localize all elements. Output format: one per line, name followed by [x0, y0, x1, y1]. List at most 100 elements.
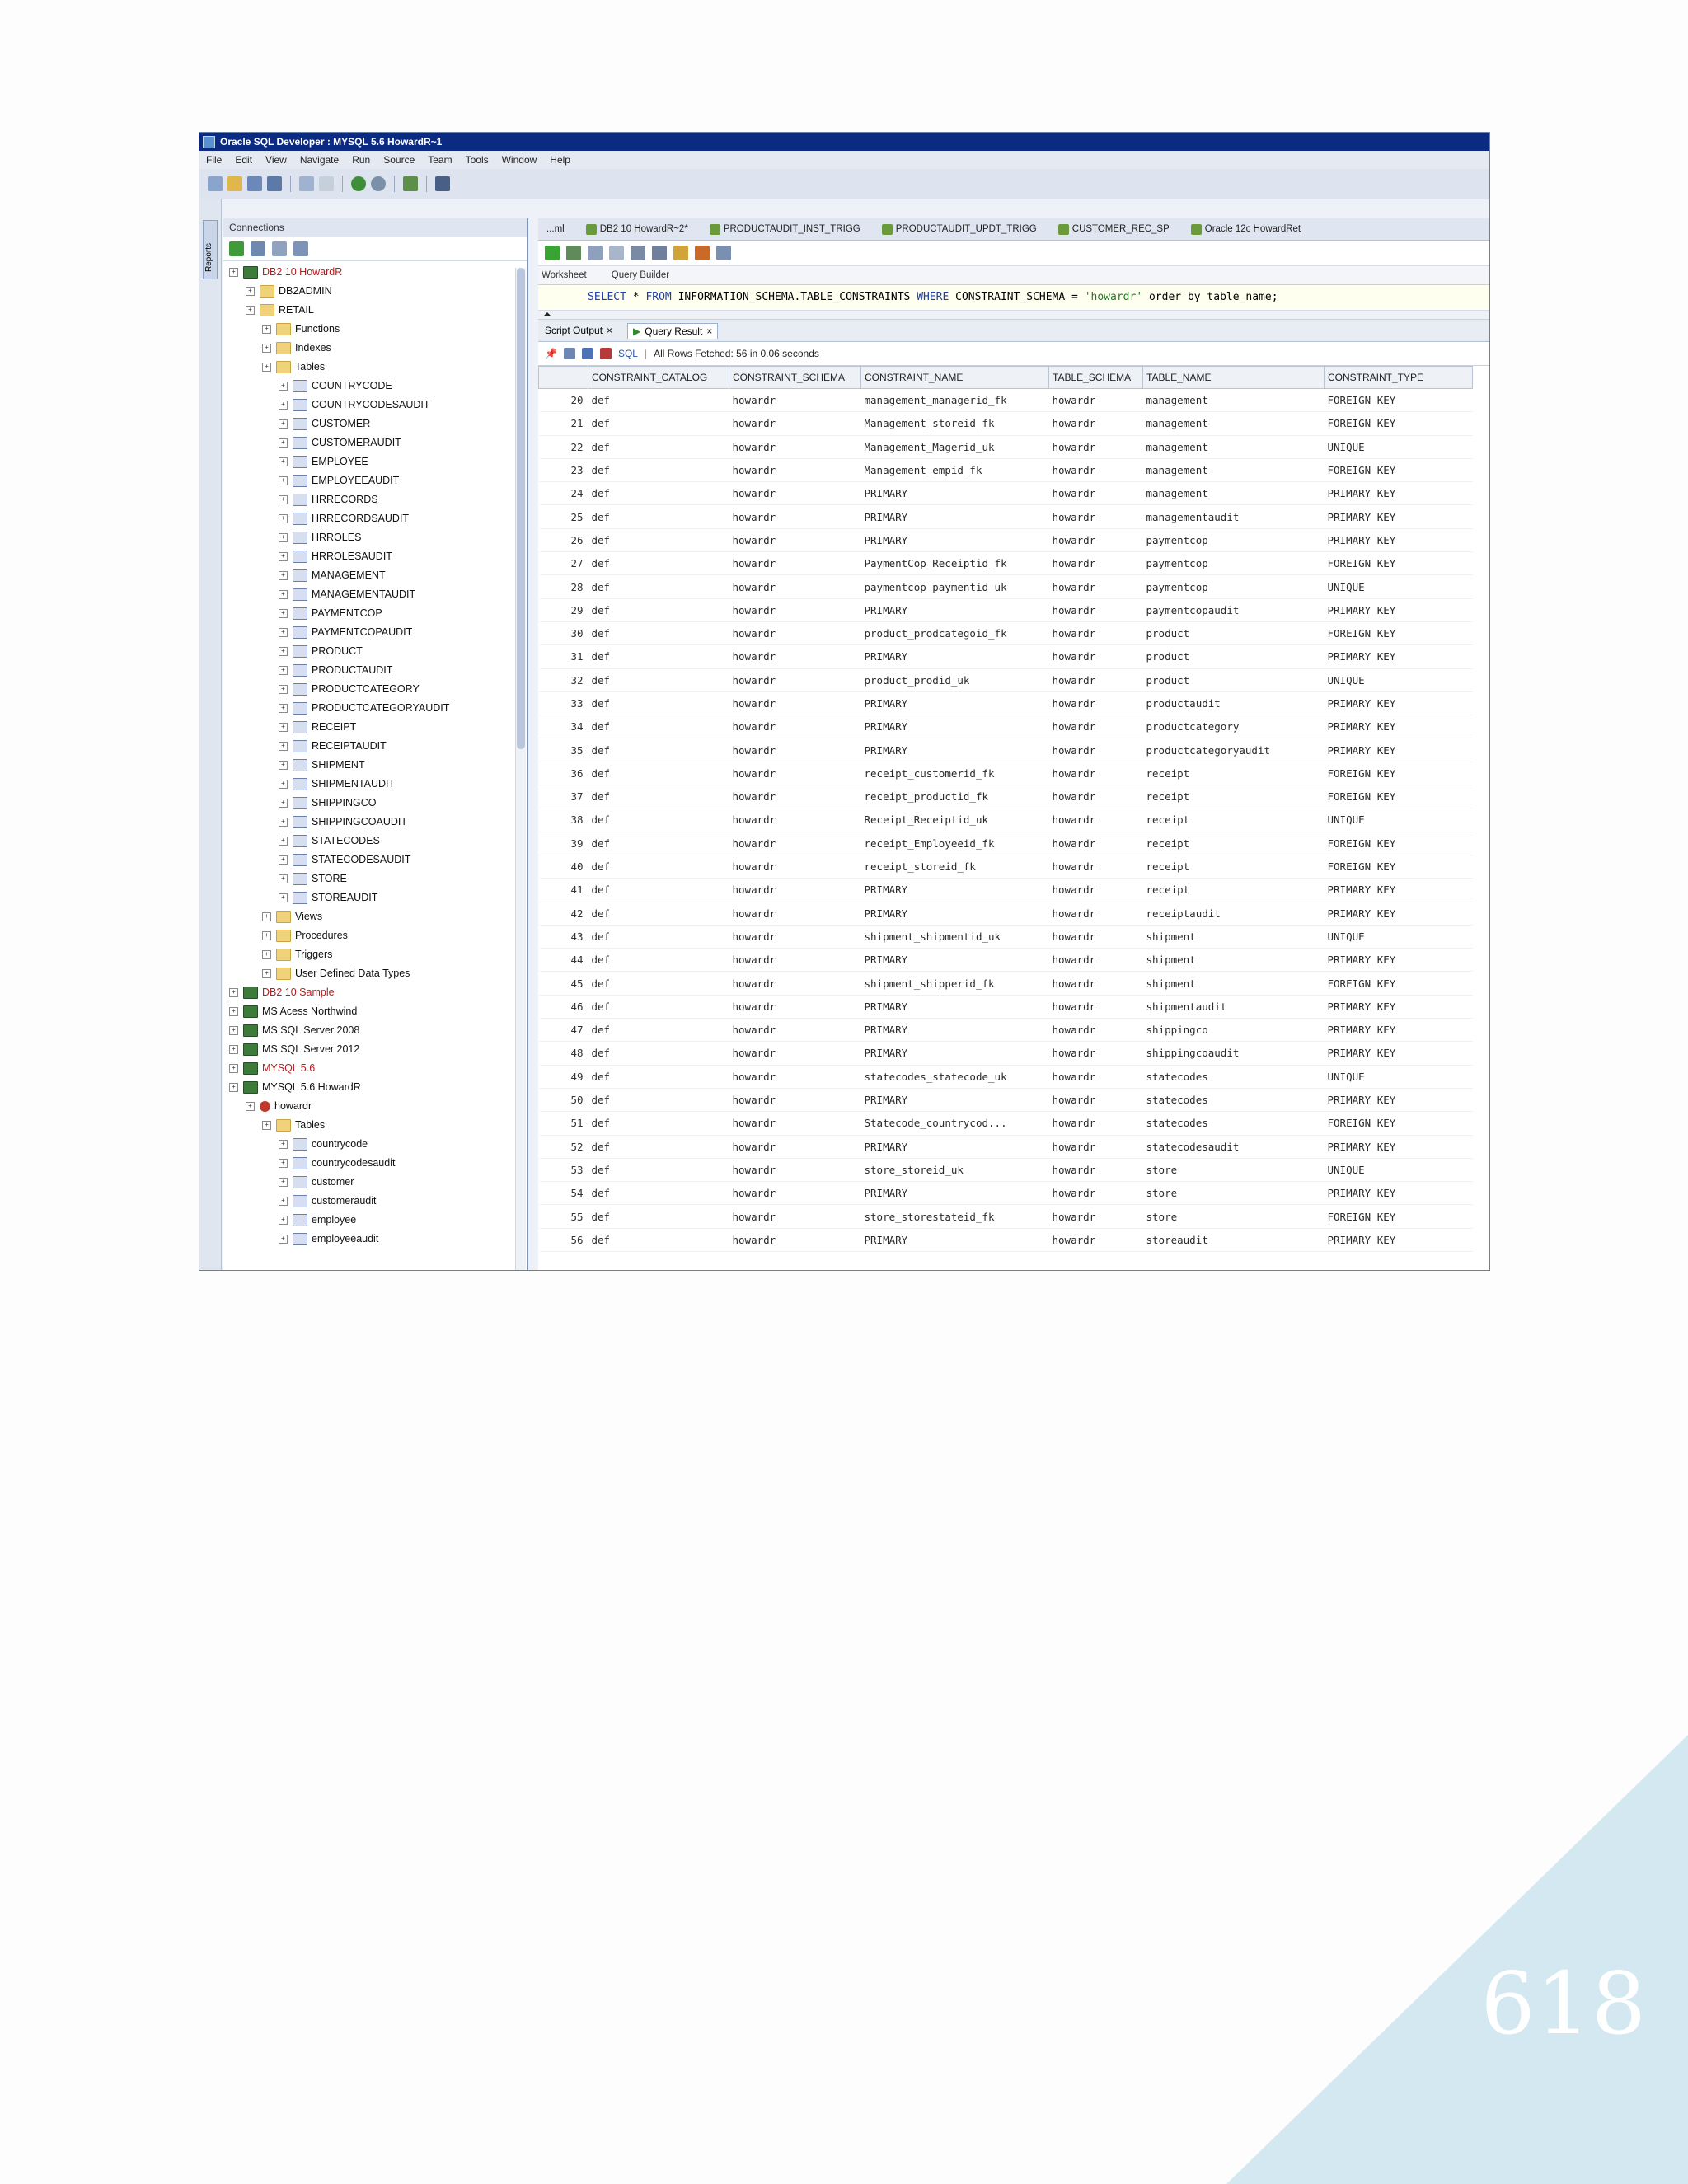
expand-icon[interactable]: + — [279, 533, 288, 542]
tree-node[interactable]: + MANAGEMENTAUDIT — [223, 585, 528, 604]
expand-icon[interactable]: + — [279, 893, 288, 902]
tree-node[interactable]: + PRODUCTCATEGORY — [223, 680, 528, 699]
expand-icon[interactable]: + — [262, 363, 271, 372]
tree-node[interactable]: + MS SQL Server 2008 — [223, 1021, 528, 1040]
tree-node[interactable]: + RETAIL — [223, 301, 528, 320]
table-row[interactable]: 47 def howardr PRIMARY howardr shippingco PRIM… — [538, 1018, 1473, 1043]
tree-node[interactable]: + PAYMENTCOPAUDIT — [223, 623, 528, 642]
expand-icon[interactable]: + — [279, 1197, 288, 1206]
run-statement-icon[interactable] — [545, 246, 560, 260]
tree-node[interactable]: + STATECODES — [223, 832, 528, 851]
tree-node[interactable]: + COUNTRYCODE — [223, 377, 528, 396]
expand-icon[interactable]: + — [246, 306, 255, 315]
expand-icon[interactable]: + — [279, 874, 288, 883]
expand-icon[interactable]: + — [246, 1102, 255, 1111]
panel-splitter[interactable] — [538, 311, 1489, 320]
expand-icon[interactable]: + — [279, 799, 288, 808]
table-row[interactable]: 25 def howardr PRIMARY howardr managementaudi… — [538, 504, 1473, 529]
tree-node[interactable]: + employee — [223, 1211, 528, 1230]
tab-worksheet[interactable]: Worksheet — [542, 270, 587, 280]
tree-node[interactable]: + HRRECORDS — [223, 490, 528, 509]
tree-node[interactable]: + DB2ADMIN — [223, 282, 528, 301]
expand-icon[interactable]: + — [279, 628, 288, 637]
back-icon[interactable] — [351, 176, 366, 191]
tree-node[interactable]: + Tables — [223, 358, 528, 377]
table-row[interactable]: 43 def howardr shipment_shipmentid_uk howard… — [538, 925, 1473, 949]
expand-icon[interactable]: + — [279, 514, 288, 523]
table-row[interactable]: 49 def howardr statecodes_statecode_uk howar… — [538, 1065, 1473, 1089]
tree-node[interactable]: + countrycodesaudit — [223, 1154, 528, 1173]
expand-icon[interactable]: + — [279, 666, 288, 675]
editor-tab[interactable]: PRODUCTAUDIT_INST_TRIGG — [709, 223, 860, 235]
tree-node[interactable]: + Tables — [223, 1116, 528, 1135]
tree-node[interactable]: + EMPLOYEEAUDIT — [223, 471, 528, 490]
tree-node[interactable]: + PRODUCT — [223, 642, 528, 661]
tree-scrollbar-thumb[interactable] — [517, 268, 525, 749]
schema-browser-icon[interactable] — [293, 241, 308, 256]
tree-node[interactable]: + STORE — [223, 869, 528, 888]
expand-icon[interactable]: + — [229, 1007, 238, 1016]
table-row[interactable]: 35 def howardr PRIMARY howardr productcategor… — [538, 738, 1473, 762]
tree-node[interactable]: + PRODUCTAUDIT — [223, 661, 528, 680]
expand-icon[interactable]: + — [262, 344, 271, 353]
expand-icon[interactable]: + — [279, 685, 288, 694]
tree-node[interactable]: + PRODUCTCATEGORYAUDIT — [223, 699, 528, 718]
sql-worksheet-icon[interactable] — [403, 176, 418, 191]
table-row[interactable]: 53 def howardr store_storeid_uk howardr store… — [538, 1158, 1473, 1183]
editor-tab[interactable]: Oracle 12c HowardRet — [1190, 223, 1301, 235]
tree-node[interactable]: + Procedures — [223, 926, 528, 945]
history-icon[interactable] — [716, 246, 731, 260]
table-row[interactable]: 34 def howardr PRIMARY howardr productcategor… — [538, 715, 1473, 739]
expand-icon[interactable]: + — [246, 287, 255, 296]
editor-tab[interactable]: CUSTOMER_REC_SP — [1057, 223, 1170, 235]
column-header-constraint-catalog[interactable]: CONSTRAINT_CATALOG — [588, 366, 729, 389]
tree-node[interactable]: + Triggers — [223, 945, 528, 964]
tree-node[interactable]: + customeraudit — [223, 1192, 528, 1211]
menu-item-run[interactable]: Run — [352, 154, 370, 166]
autotrace-icon[interactable] — [652, 246, 667, 260]
tree-node[interactable]: + MS Acess Northwind — [223, 1002, 528, 1021]
expand-icon[interactable]: + — [279, 1140, 288, 1149]
expand-icon[interactable]: + — [279, 1235, 288, 1244]
new-icon[interactable] — [208, 176, 223, 191]
expand-icon[interactable]: + — [279, 1178, 288, 1187]
format-icon[interactable] — [695, 246, 710, 260]
tree-node[interactable]: + STATECODESAUDIT — [223, 851, 528, 869]
expand-icon[interactable]: + — [229, 1064, 238, 1073]
print-icon[interactable] — [563, 348, 575, 359]
tree-node[interactable]: + employeeaudit — [223, 1230, 528, 1249]
close-icon[interactable]: × — [706, 326, 712, 337]
save-all-icon[interactable] — [267, 176, 282, 191]
sql-link[interactable]: SQL — [618, 348, 638, 359]
expand-icon[interactable]: + — [262, 325, 271, 334]
expand-icon[interactable]: + — [279, 476, 288, 485]
table-row[interactable]: 46 def howardr PRIMARY howardr shipmentaudit P… — [538, 995, 1473, 1019]
expand-icon[interactable]: + — [262, 912, 271, 921]
expand-icon[interactable]: + — [229, 1045, 238, 1054]
commit-icon[interactable] — [588, 246, 603, 260]
expand-icon[interactable]: + — [279, 401, 288, 410]
table-row[interactable]: 38 def howardr Receipt_Receiptid_uk howardr r… — [538, 808, 1473, 832]
expand-icon[interactable]: + — [229, 988, 238, 997]
expand-icon[interactable]: + — [279, 382, 288, 391]
expand-icon[interactable]: + — [279, 457, 288, 466]
expand-icon[interactable]: + — [279, 590, 288, 599]
table-row[interactable]: 26 def howardr PRIMARY howardr paymentcop PRIM… — [538, 528, 1473, 553]
tree-node[interactable]: + howardr — [223, 1097, 528, 1116]
table-row[interactable]: 33 def howardr PRIMARY howardr productaudit PR… — [538, 691, 1473, 716]
open-icon[interactable] — [227, 176, 242, 191]
tree-node[interactable]: + HRROLES — [223, 528, 528, 547]
tree-node[interactable]: + DB2 10 HowardR — [223, 263, 528, 282]
tab-script-output[interactable]: Script Output × — [545, 325, 612, 336]
expand-icon[interactable]: + — [262, 950, 271, 959]
rollback-icon[interactable] — [609, 246, 624, 260]
menu-item-window[interactable]: Window — [502, 154, 537, 166]
menu-item-edit[interactable]: Edit — [235, 154, 252, 166]
tab-query-result[interactable]: ▶ Query Result × — [627, 322, 719, 339]
table-row[interactable]: 37 def howardr receipt_productid_fk howardr r… — [538, 785, 1473, 809]
table-row[interactable]: 23 def howardr Management_empid_fk howardr ma… — [538, 458, 1473, 483]
tree-node[interactable]: + User Defined Data Types — [223, 964, 528, 983]
expand-icon[interactable]: + — [279, 438, 288, 448]
tree-node[interactable]: + Indexes — [223, 339, 528, 358]
tree-node[interactable]: + PAYMENTCOP — [223, 604, 528, 623]
